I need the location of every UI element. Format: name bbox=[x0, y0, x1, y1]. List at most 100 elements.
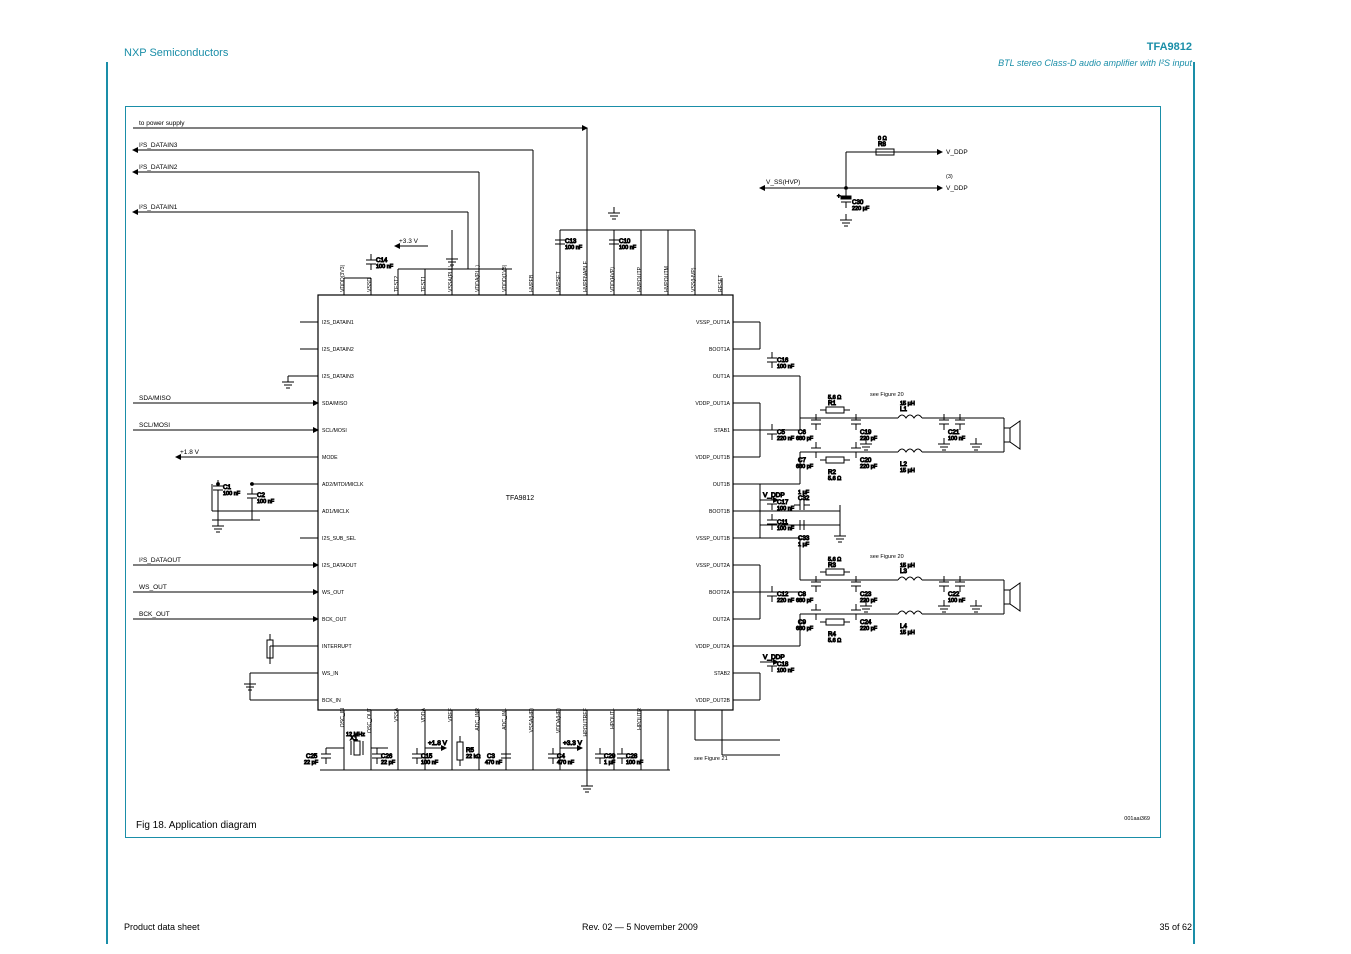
bottom-wiring bbox=[320, 710, 722, 792]
svg-text:VSSA(HP): VSSA(HP) bbox=[529, 708, 535, 733]
svg-text:R8: R8 bbox=[878, 141, 886, 148]
sig-in1: I²S_DATAIN3 bbox=[139, 142, 178, 149]
svg-text:C15: C15 bbox=[421, 753, 433, 760]
svg-text:VDDA(HP): VDDA(HP) bbox=[556, 708, 562, 733]
left-wiring bbox=[133, 322, 318, 700]
svg-text:SCL/MOSI: SCL/MOSI bbox=[322, 428, 347, 434]
svg-text:5.6 Ω: 5.6 Ω bbox=[828, 638, 841, 644]
subtitle: BTL stereo Class-D audio amplifier with … bbox=[998, 58, 1192, 68]
svg-text:R3: R3 bbox=[828, 562, 836, 569]
svg-text:TEST2: TEST2 bbox=[394, 276, 400, 292]
svg-text:100 nF: 100 nF bbox=[626, 760, 644, 766]
svg-text:C4: C4 bbox=[557, 753, 565, 760]
right-pin-labels: VSSP_OUT1A BOOT1A OUT1A VDDP_OUT1A STAB1… bbox=[695, 320, 730, 704]
svg-text:WS_IN: WS_IN bbox=[322, 671, 339, 677]
svg-text:100 nF: 100 nF bbox=[223, 491, 241, 497]
svg-text:R1: R1 bbox=[828, 400, 836, 407]
header-right: TFA9812 bbox=[1147, 41, 1192, 53]
svg-text:ADC_INR: ADC_INR bbox=[475, 708, 481, 731]
svg-text:HVPOUTM: HVPOUTM bbox=[664, 266, 670, 292]
svg-text:SDA/MISO: SDA/MISO bbox=[139, 395, 171, 402]
svg-text:L3: L3 bbox=[900, 568, 907, 575]
svg-text:680 pF: 680 pF bbox=[796, 436, 814, 442]
svg-text:680 pF: 680 pF bbox=[796, 598, 814, 604]
svg-text:V_DDP: V_DDP bbox=[763, 654, 785, 661]
svg-text:220 nF: 220 nF bbox=[777, 436, 795, 442]
svg-text:C3: C3 bbox=[487, 753, 495, 760]
svg-text:C2: C2 bbox=[257, 492, 265, 499]
svg-text:STAB1: STAB1 bbox=[714, 428, 730, 434]
svg-text:680 pF: 680 pF bbox=[796, 626, 814, 632]
svg-text:470 nF: 470 nF bbox=[557, 760, 575, 766]
svg-text:220 pF: 220 pF bbox=[860, 464, 878, 470]
svg-text:100 nF: 100 nF bbox=[565, 245, 583, 251]
svg-text:C13: C13 bbox=[565, 238, 577, 245]
svg-text:15 µH: 15 µH bbox=[900, 563, 915, 569]
svg-text:100 nF: 100 nF bbox=[948, 436, 966, 442]
svg-text:I2S_DATAIN1: I2S_DATAIN1 bbox=[322, 320, 354, 326]
svg-text:WS_OUT: WS_OUT bbox=[322, 590, 345, 596]
pwr-in: V_SS(HVP) bbox=[766, 179, 800, 186]
svg-text:R5: R5 bbox=[466, 747, 474, 754]
svg-text:VDDA: VDDA bbox=[421, 707, 427, 722]
svg-text:AD1/MICLK: AD1/MICLK bbox=[322, 509, 350, 515]
svg-text:1 µF: 1 µF bbox=[604, 760, 616, 766]
svg-text:100 nF: 100 nF bbox=[777, 526, 795, 532]
svg-text:I2S_DATAIN2: I2S_DATAIN2 bbox=[322, 347, 354, 353]
svg-text:220 pF: 220 pF bbox=[860, 598, 878, 604]
svg-text:VSS(HVP): VSS(HVP) bbox=[691, 267, 697, 292]
svg-text:C28: C28 bbox=[626, 753, 638, 760]
svg-text:+3.3 V: +3.3 V bbox=[563, 740, 583, 747]
svg-text:15 µH: 15 µH bbox=[900, 468, 915, 474]
top-wiring: C14100 nF C13100 nF C10100 nF bbox=[133, 128, 695, 278]
svg-text:1 µF: 1 µF bbox=[798, 542, 810, 548]
svg-text:SDA/MISO: SDA/MISO bbox=[322, 401, 347, 407]
svg-text:I2S_SUB_SEL: I2S_SUB_SEL bbox=[322, 536, 356, 542]
svg-text:VDD(HVP): VDD(HVP) bbox=[610, 267, 616, 292]
svg-text:SCL/MOSI: SCL/MOSI bbox=[139, 422, 170, 429]
svg-text:5.6 Ω: 5.6 Ω bbox=[828, 557, 841, 563]
svg-text:BOOT1A: BOOT1A bbox=[709, 347, 731, 353]
svg-text:100 nF: 100 nF bbox=[257, 499, 275, 505]
svg-text:220 pF: 220 pF bbox=[860, 626, 878, 632]
svg-text:220 µF: 220 µF bbox=[852, 206, 870, 212]
figure-caption: Fig 18. Application diagram bbox=[136, 820, 257, 831]
svg-text:15 µH: 15 µH bbox=[900, 401, 915, 407]
svg-text:VDDP_OUT2B: VDDP_OUT2B bbox=[695, 698, 730, 704]
svg-text:22 pF: 22 pF bbox=[304, 760, 319, 766]
svg-text:VSSP_OUT2A: VSSP_OUT2A bbox=[696, 563, 731, 569]
svg-text:C26: C26 bbox=[381, 753, 393, 760]
left-pin-labels: I2S_DATAIN1 I2S_DATAIN2 I2S_DATAIN3 SDA/… bbox=[322, 320, 364, 704]
svg-text:VDDP_OUT1A: VDDP_OUT1A bbox=[695, 401, 730, 407]
svg-text:C16: C16 bbox=[777, 357, 789, 364]
svg-text:I2S_DATAIN3: I2S_DATAIN3 bbox=[322, 374, 354, 380]
footer-right: 35 of 62 bbox=[1159, 922, 1192, 932]
svg-text:C32: C32 bbox=[798, 495, 810, 502]
drawing-id: 001aai369 bbox=[1124, 816, 1150, 822]
svg-text:C9: C9 bbox=[798, 619, 806, 626]
bottom-pin-labels: OSC_IN OSC_OUT VSSA VDDA VREF ADC_INR AD… bbox=[340, 707, 643, 736]
svg-text:BOOT2A: BOOT2A bbox=[709, 590, 731, 596]
svg-text:5.6 Ω: 5.6 Ω bbox=[828, 395, 841, 401]
svg-text:HVPOUTP: HVPOUTP bbox=[637, 266, 643, 292]
sig-33v: +3.3 V bbox=[399, 238, 419, 245]
svg-text:HPOUTREF: HPOUTREF bbox=[583, 708, 589, 737]
svg-text:INTERRUPT: INTERRUPT bbox=[322, 644, 353, 650]
svg-text:100 nF: 100 nF bbox=[376, 264, 394, 270]
snubber-ref2: see Figure 20 bbox=[870, 554, 904, 560]
svg-text:STAB2: STAB2 bbox=[714, 671, 730, 677]
svg-text:C30: C30 bbox=[852, 199, 864, 206]
svg-text:100 nF: 100 nF bbox=[948, 598, 966, 604]
svg-text:C8: C8 bbox=[798, 591, 806, 598]
svg-text:C23: C23 bbox=[860, 591, 872, 598]
svg-text:22 kΩ: 22 kΩ bbox=[466, 754, 481, 760]
svg-text:C25: C25 bbox=[306, 753, 318, 760]
svg-text:TEST1: TEST1 bbox=[421, 276, 427, 292]
svg-text:C29: C29 bbox=[604, 753, 616, 760]
svg-text:100 nF: 100 nF bbox=[619, 245, 637, 251]
svg-text:C24: C24 bbox=[860, 619, 872, 626]
svg-text:OUT1B: OUT1B bbox=[713, 482, 731, 488]
svg-text:22 pF: 22 pF bbox=[381, 760, 396, 766]
ic-name: TFA9812 bbox=[506, 495, 535, 502]
left-ext: C1100 nF C2100 nF bbox=[176, 376, 318, 700]
